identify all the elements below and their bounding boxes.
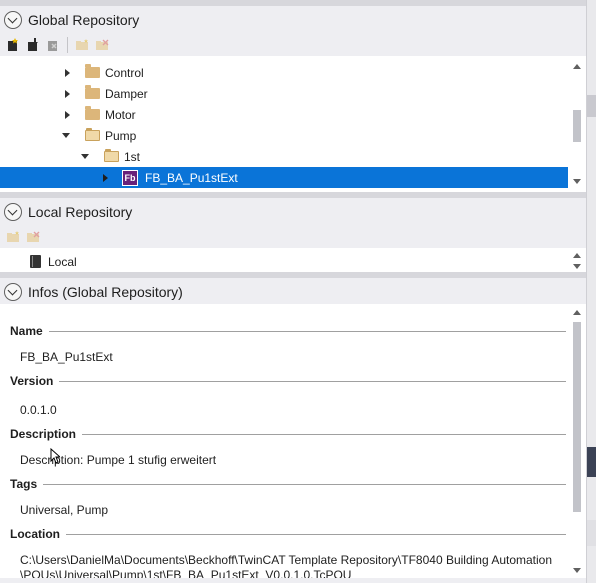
tree-item-pump[interactable]: Pump [0, 125, 568, 146]
tree-item-label: 1st [124, 149, 141, 164]
tree-item-local[interactable]: Local [0, 251, 568, 272]
tree-item-label: FB_BA_Pu1stExt [145, 170, 238, 185]
folder-open-icon [104, 149, 119, 162]
scrollbar-thumb[interactable] [573, 322, 581, 512]
background-element [586, 95, 596, 117]
collapse-chevron-icon[interactable] [4, 203, 22, 221]
folder-icon [85, 106, 100, 120]
tree-item-control[interactable]: Control [0, 62, 568, 83]
scroll-down-arrow-icon[interactable] [573, 568, 581, 573]
location-value-continued: \POUs\Universal\Pump\1st\FB_BA_Pu1stExt_… [20, 568, 352, 578]
local-repository-tree: Local [0, 250, 586, 272]
infos-title: Infos (Global Repository) [28, 284, 183, 300]
collapse-chevron-icon[interactable] [4, 283, 22, 301]
tree-item-damper[interactable]: Damper [0, 83, 568, 104]
separator-line [66, 533, 566, 535]
tree-item-label: Pump [105, 128, 137, 143]
version-value: 0.0.1.0 [20, 403, 57, 417]
global-repository-header[interactable]: Global Repository [0, 6, 586, 34]
import-template-icon[interactable] [23, 36, 43, 54]
tree-item-label: Damper [105, 86, 148, 101]
tree-item-1st[interactable]: 1st [0, 146, 568, 167]
delete-folder-icon [92, 36, 112, 54]
local-tree-scrollbar[interactable] [568, 250, 586, 272]
expand-arrow-icon[interactable] [65, 68, 70, 77]
infos-scrollbar[interactable] [568, 304, 586, 578]
tree-item-label: Motor [105, 107, 136, 122]
infos-body: Name FB_BA_Pu1stExt Version 0.0.1.0 Desc… [0, 304, 568, 578]
scroll-up-arrow-icon[interactable] [573, 310, 581, 315]
new-folder-icon [3, 228, 23, 246]
template-repository-panel: Global Repository Control Damper Motor P… [0, 0, 587, 583]
collapse-chevron-icon[interactable] [4, 11, 22, 29]
tags-value: Universal, Pump [20, 503, 109, 517]
expand-arrow-icon[interactable] [65, 89, 70, 98]
global-repository-tree: Control Damper Motor Pump 1st Fb FB_BA_P… [0, 58, 586, 188]
name-field-label: Name [10, 324, 566, 338]
collapse-arrow-icon[interactable] [62, 133, 70, 138]
mouse-cursor-icon [50, 448, 60, 464]
scroll-up-arrow-icon[interactable] [573, 253, 581, 258]
background-element [586, 447, 596, 477]
folder-icon [85, 64, 100, 78]
global-tree-scrollbar[interactable] [568, 58, 586, 188]
infos-header[interactable]: Infos (Global Repository) [0, 278, 586, 306]
tree-item-label: Local [48, 254, 77, 269]
separator-line [59, 380, 566, 382]
tree-item-label: Control [105, 65, 144, 80]
tags-field-label: Tags [10, 477, 566, 491]
location-field-label: Location [10, 527, 566, 541]
tree-item-motor[interactable]: Motor [0, 104, 568, 125]
location-value: C:\Users\DanielMa\Documents\Beckhoff\Twi… [20, 553, 553, 567]
background-element [586, 520, 596, 546]
local-repository-header[interactable]: Local Repository [0, 198, 586, 226]
description-field-label: Description [10, 427, 566, 441]
tree-item-fb-ba-pu1stext[interactable]: Fb FB_BA_Pu1stExt [0, 167, 568, 188]
delete-template-icon [43, 36, 63, 54]
top-splitter[interactable] [0, 0, 586, 6]
global-repository-title: Global Repository [28, 12, 140, 28]
function-block-icon: Fb [122, 169, 138, 186]
separator-line [82, 433, 566, 435]
new-folder-icon [72, 36, 92, 54]
scroll-up-arrow-icon[interactable] [573, 64, 581, 69]
version-field-label: Version [10, 374, 566, 388]
toolbar-separator [67, 37, 68, 53]
folder-open-icon [85, 128, 100, 141]
scroll-down-arrow-icon[interactable] [573, 264, 581, 269]
local-repository-toolbar [0, 226, 586, 248]
repository-book-icon [30, 255, 41, 268]
scroll-down-arrow-icon[interactable] [573, 179, 581, 184]
local-repository-title: Local Repository [28, 204, 133, 220]
separator-line [43, 483, 566, 485]
bottom-edge [0, 578, 586, 583]
folder-icon [85, 85, 100, 99]
new-template-icon[interactable] [3, 36, 23, 54]
expand-arrow-icon[interactable] [103, 173, 108, 182]
collapse-arrow-icon[interactable] [81, 154, 89, 159]
expand-arrow-icon[interactable] [65, 110, 70, 119]
scrollbar-thumb[interactable] [573, 110, 581, 142]
name-value: FB_BA_Pu1stExt [20, 350, 113, 364]
separator-line [48, 330, 566, 332]
delete-folder-icon [23, 228, 43, 246]
background-app-strip [586, 0, 596, 583]
global-repository-toolbar [0, 34, 586, 56]
